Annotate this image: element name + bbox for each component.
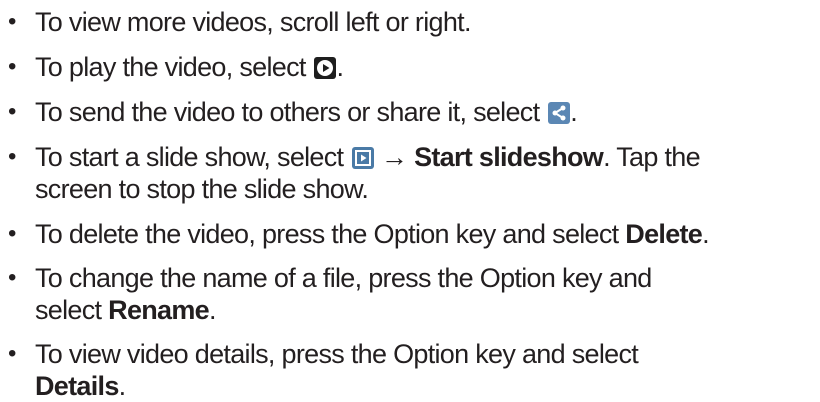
item-text: To delete the video, press the Option ke… — [35, 219, 710, 249]
bullet: • — [8, 220, 16, 247]
bullet: • — [8, 8, 16, 35]
details-label: Details — [35, 371, 119, 401]
item-text: To change the name of a file, press the … — [35, 263, 652, 325]
bullet: • — [8, 53, 16, 80]
slideshow-icon — [352, 147, 375, 169]
bullet: • — [8, 340, 16, 367]
item-text: To start a slide show, select → Start sl… — [35, 142, 701, 204]
rename-label: Rename — [108, 295, 210, 325]
item-text: To send the video to others or share it,… — [35, 97, 578, 127]
bullet: • — [8, 264, 16, 291]
item-text: To view video details, press the Option … — [35, 339, 639, 401]
item-text: To view more videos, scroll left or righ… — [35, 7, 471, 37]
play-icon — [314, 57, 337, 79]
bullet: • — [8, 143, 16, 170]
share-icon — [548, 102, 571, 124]
bullet: • — [8, 98, 16, 125]
delete-label: Delete — [625, 219, 703, 249]
item-text: To play the video, select . — [35, 52, 344, 82]
start-slideshow-label: Start slideshow — [414, 142, 604, 172]
